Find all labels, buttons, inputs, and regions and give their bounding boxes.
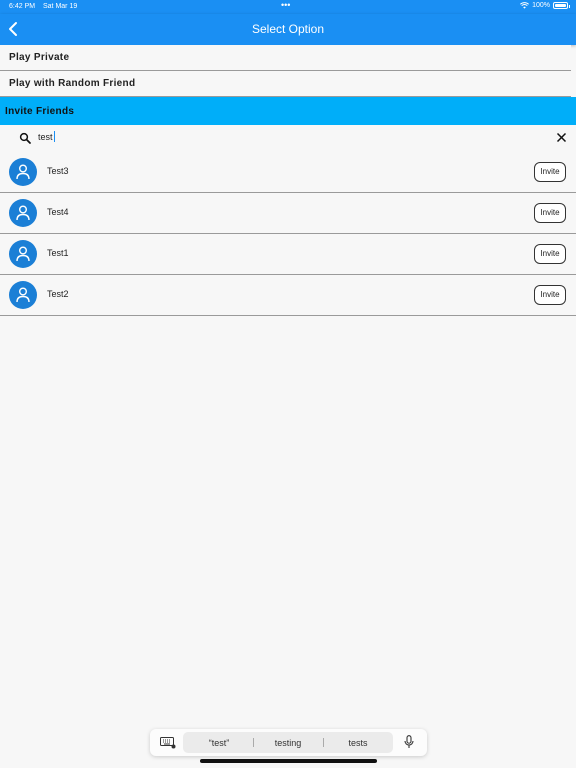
avatar [9, 158, 37, 186]
wifi-icon [520, 2, 530, 9]
friend-name: Test3 [47, 166, 69, 176]
status-bar: 6:42 PM Sat Mar 19 ••• 100% [0, 0, 576, 14]
suggestion-pill: “test” testing tests [183, 732, 393, 753]
person-icon [16, 246, 30, 262]
avatar [9, 281, 37, 309]
text-caret [54, 131, 55, 142]
friend-name: Test2 [47, 289, 69, 299]
close-icon[interactable] [555, 131, 568, 144]
suggestion-test[interactable]: “test” [195, 738, 243, 748]
friend-row: Test4 Invite [0, 193, 576, 234]
option-label: Play with Random Friend [9, 78, 136, 89]
battery-level [555, 4, 566, 7]
suggestion-tests[interactable]: tests [333, 738, 383, 748]
search-input[interactable] [38, 130, 538, 144]
person-icon [16, 287, 30, 303]
suggestion-testing[interactable]: testing [263, 738, 313, 748]
friend-name: Test1 [47, 248, 69, 258]
person-icon [16, 205, 30, 221]
suggestion-divider [253, 738, 254, 747]
app-bar: Select Option [0, 14, 576, 45]
battery-icon [553, 2, 570, 9]
keyboard-suggestion-bar: “test” testing tests [150, 729, 427, 756]
avatar [9, 199, 37, 227]
option-play-random-friend[interactable]: Play with Random Friend [0, 71, 571, 97]
battery-percent: 100% [532, 2, 550, 9]
page-title: Select Option [251, 22, 325, 36]
status-date: Sat Mar 19 [43, 3, 78, 10]
option-play-private[interactable]: Play Private [0, 45, 571, 71]
keyboard-icon[interactable] [160, 737, 176, 749]
status-right: 100% [520, 2, 570, 9]
avatar [9, 240, 37, 268]
status-time: 6:42 PM [9, 3, 36, 10]
multitasking-dots: ••• [281, 0, 291, 10]
friend-row: Test1 Invite [0, 234, 576, 275]
option-label: Play Private [9, 52, 70, 63]
invite-friends-label: Invite Friends [5, 106, 75, 117]
friend-row: Test2 Invite [0, 275, 576, 316]
search-icon [19, 132, 31, 144]
invite-button[interactable]: Invite [534, 244, 566, 264]
invite-friends-header[interactable]: Invite Friends [0, 97, 576, 125]
person-icon [16, 164, 30, 180]
search-row [0, 125, 576, 151]
invite-button[interactable]: Invite [534, 162, 566, 182]
microphone-icon[interactable] [404, 735, 414, 749]
friend-name: Test4 [47, 207, 69, 217]
invite-button[interactable]: Invite [534, 203, 566, 223]
home-indicator [200, 759, 377, 763]
suggestion-divider [323, 738, 324, 747]
friend-row: Test3 Invite [0, 152, 576, 193]
invite-button[interactable]: Invite [534, 285, 566, 305]
